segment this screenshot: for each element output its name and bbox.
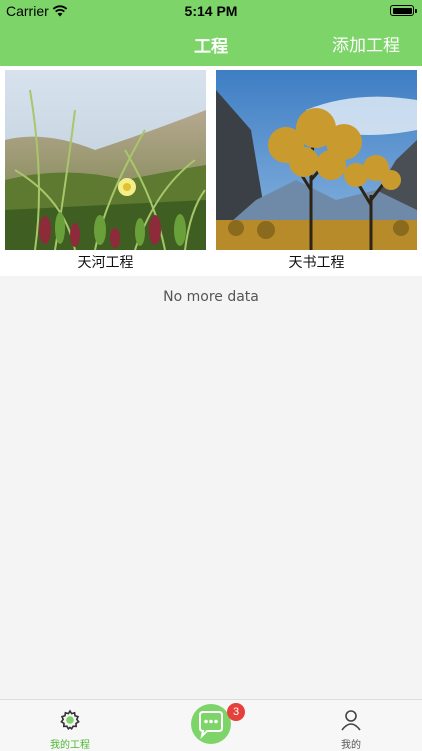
tab-mine[interactable]: 我的 [301, 700, 401, 751]
tab-label: 我的工程 [50, 740, 90, 751]
gear-icon [60, 709, 80, 731]
chat-button[interactable] [191, 704, 231, 744]
tab-label: 我的 [341, 740, 361, 751]
chat-bubble-icon [199, 711, 223, 740]
nav-header: Carrier 5:14 PM 工程 添加工程 [0, 0, 422, 66]
battery-icon [390, 5, 417, 16]
list-footer: No more data [163, 289, 259, 305]
project-card[interactable]: 天书工程 [216, 70, 417, 276]
status-bar: Carrier 5:14 PM [0, 0, 422, 22]
project-card[interactable]: 天河工程 [5, 70, 206, 276]
person-icon [341, 710, 361, 731]
project-name: 天河工程 [77, 255, 134, 271]
project-name: 天书工程 [288, 255, 345, 271]
project-image [216, 70, 417, 250]
unread-badge: 3 [227, 703, 245, 721]
project-grid: 天河工程 天书工程 [0, 66, 422, 276]
project-image [5, 70, 206, 250]
tab-my-projects[interactable]: 我的工程 [20, 700, 120, 751]
clock: 5:14 PM [184, 3, 238, 19]
add-project-button[interactable]: 添加工程 [332, 31, 400, 56]
